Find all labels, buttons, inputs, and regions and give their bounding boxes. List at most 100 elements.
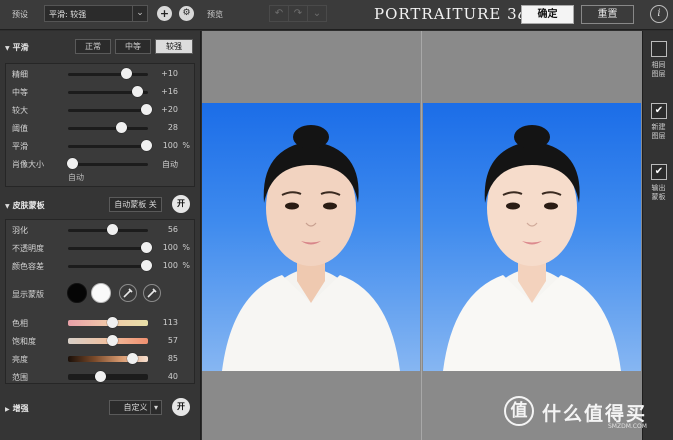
output-mask-label: 输出 蒙板 <box>643 184 673 202</box>
slider-row: 不透明度 100% <box>6 242 194 254</box>
slider-handle[interactable] <box>140 104 152 115</box>
ok-button[interactable]: 确定 <box>521 5 574 24</box>
slider-label: 不透明度 <box>12 244 44 253</box>
slider-value: +20 <box>161 105 178 114</box>
enhance-section-header[interactable]: ▶ 增强 <box>5 403 29 414</box>
slider-row: 较大 +20 <box>6 104 194 116</box>
mode-strong-button[interactable]: 较强 <box>155 39 193 54</box>
auto-mask-button[interactable]: 自动蒙板 关 <box>109 197 162 212</box>
label-line-2: 图层 <box>651 132 666 140</box>
mode-normal-button[interactable]: 正常 <box>75 39 111 54</box>
preset-value: 平滑: 较强 <box>49 10 87 19</box>
triangle-down-icon: ▼ <box>5 203 10 210</box>
slider-row: 中等 +16 <box>6 86 194 98</box>
smoothing-title: 平滑 <box>12 43 29 52</box>
slider-unit: % <box>182 141 190 150</box>
slider-handle[interactable] <box>120 68 132 79</box>
slider-label: 色相 <box>12 319 28 328</box>
slider-row: 范围 40 <box>6 371 194 383</box>
app-logo: PORTRAITURE 3ai <box>374 5 533 23</box>
slider-handle[interactable] <box>67 158 78 169</box>
portrait-illustration <box>222 125 400 371</box>
preview-area[interactable] <box>202 31 642 440</box>
enhance-preset-select[interactable]: 自定义 ▾ <box>109 400 162 415</box>
slider-handle[interactable] <box>140 140 152 151</box>
slider-value: +10 <box>161 69 178 78</box>
slider-track[interactable] <box>68 109 148 112</box>
eyedropper-plus-icon[interactable] <box>143 284 161 302</box>
slider-label: 亮度 <box>12 355 28 364</box>
history-dropdown-icon[interactable]: ⌄ <box>308 6 326 21</box>
slider-track[interactable] <box>68 127 148 130</box>
skin-mask-group: 羽化 56 不透明度 100% 颜色容差 100% 显示蒙版 色相 113 饱和度 57 亮度 85 范围… <box>5 219 195 384</box>
slider-track[interactable] <box>68 247 148 250</box>
slider-row: 平滑 100% <box>6 140 194 152</box>
skin-mask-section-header[interactable]: ▼ 皮肤蒙板 <box>5 200 45 211</box>
reset-button[interactable]: 重置 <box>581 5 634 24</box>
same-layer-checkbox[interactable] <box>651 41 667 57</box>
slider-label: 较大 <box>12 106 28 115</box>
slider-track[interactable] <box>68 374 148 380</box>
enhance-toggle[interactable]: 开 <box>172 398 190 416</box>
chevron-down-icon[interactable]: ⌄ <box>132 6 147 21</box>
split-divider[interactable] <box>421 31 422 440</box>
preset-label: 预设 <box>12 10 28 19</box>
slider-handle[interactable] <box>140 260 152 271</box>
slider-track[interactable] <box>68 163 148 166</box>
undo-icon[interactable]: ↶ <box>270 6 289 21</box>
output-mask-checkbox[interactable]: ✔ <box>651 164 667 180</box>
portrait-size-auto-label: 自动 <box>68 173 84 182</box>
top-toolbar: 预设 平滑: 较强 ⌄ + ⚙ 预览 ↶ ↷ ⌄ PORTRAITURE 3ai… <box>0 0 673 30</box>
label-line-2: 蒙板 <box>651 193 666 201</box>
smoothing-section-header[interactable]: ▼ 平滑 <box>5 42 29 53</box>
slider-handle[interactable] <box>95 371 106 382</box>
retouched-photo <box>423 103 641 371</box>
history-controls: ↶ ↷ ⌄ <box>269 5 327 22</box>
new-layer-checkbox[interactable]: ✔ <box>651 103 667 119</box>
mask-black-swatch[interactable] <box>67 283 87 303</box>
slider-value: 57 <box>167 336 178 345</box>
slider-value: 28 <box>167 123 178 132</box>
slider-label: 阈值 <box>12 124 28 133</box>
slider-row: 色相 113 <box>6 317 194 329</box>
slider-value: 100 <box>162 261 178 270</box>
slider-label: 羽化 <box>12 226 28 235</box>
slider-unit: % <box>182 261 190 270</box>
eyedropper-icon[interactable] <box>119 284 137 302</box>
slider-handle[interactable] <box>115 122 127 133</box>
slider-handle[interactable] <box>140 242 152 253</box>
slider-track[interactable] <box>68 265 148 268</box>
slider-label: 范围 <box>12 373 28 382</box>
skin-mask-toggle[interactable]: 开 <box>172 195 190 213</box>
slider-track[interactable] <box>68 73 148 76</box>
slider-label: 精细 <box>12 70 28 79</box>
slider-handle[interactable] <box>107 335 118 346</box>
mode-medium-button[interactable]: 中等 <box>115 39 151 54</box>
slider-value: 100 <box>162 243 178 252</box>
slider-handle[interactable] <box>107 317 118 328</box>
smoothing-sliders-group: 精细 +10 中等 +16 较大 +20 阈值 28 平滑 100% 肖像大小 自动 自动 <box>5 63 195 187</box>
preset-select[interactable]: 平滑: 较强 ⌄ <box>44 5 148 22</box>
slider-handle[interactable] <box>127 353 138 364</box>
portrait-illustration <box>443 125 621 371</box>
slider-value: 自动 <box>162 160 178 169</box>
mask-white-swatch[interactable] <box>91 283 111 303</box>
slider-handle[interactable] <box>131 86 143 97</box>
preset-settings-button[interactable]: ⚙ <box>179 6 194 21</box>
redo-icon[interactable]: ↷ <box>289 6 308 21</box>
slider-label: 颜色容差 <box>12 262 44 271</box>
label-line-1: 相同 <box>651 61 666 69</box>
slider-row: 羽化 56 <box>6 224 194 236</box>
slider-label: 中等 <box>12 88 28 97</box>
slider-label: 平滑 <box>12 142 28 151</box>
info-icon[interactable]: i <box>650 5 668 23</box>
add-preset-button[interactable]: + <box>157 6 172 21</box>
slider-value: 100 <box>162 141 178 150</box>
label-line-2: 图层 <box>651 70 666 78</box>
slider-value: 56 <box>167 225 178 234</box>
checkmark-icon: ✔ <box>654 105 664 116</box>
slider-track[interactable] <box>68 145 148 148</box>
slider-handle[interactable] <box>107 224 118 235</box>
slider-value: 85 <box>167 354 178 363</box>
checkmark-icon: ✔ <box>654 166 664 177</box>
